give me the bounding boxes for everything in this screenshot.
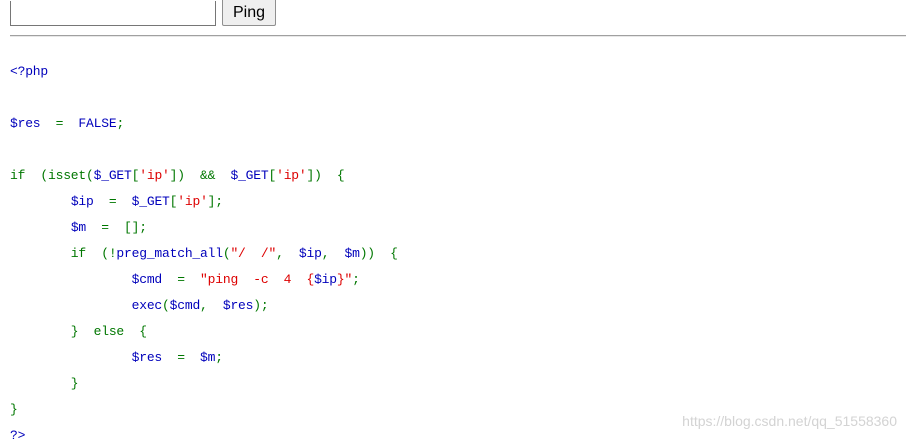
code-token: ;: [215, 350, 223, 365]
ping-button[interactable]: Ping: [222, 0, 277, 26]
code-token: $_GET: [93, 168, 132, 183]
code-token: FALSE: [78, 116, 117, 131]
code-token: $ip: [70, 194, 94, 209]
code-token: [: [268, 168, 277, 183]
code-token: ?>: [10, 428, 26, 441]
code-token: ]) &&: [169, 168, 231, 183]
code-token: =: [40, 116, 79, 131]
code-line: exec($cmd, $res);: [10, 293, 900, 319]
ip-input[interactable]: [10, 0, 216, 26]
code-token: ]) {: [306, 168, 345, 183]
code-line: $res = FALSE;: [10, 111, 900, 137]
code-token: ,: [200, 298, 223, 313]
code-token: $res: [10, 116, 41, 131]
code-token: if (isset(: [10, 168, 94, 183]
code-token: }: [10, 376, 79, 391]
code-token: $res: [222, 298, 254, 313]
code-line: <?php: [10, 59, 900, 85]
code-token: <?php: [10, 64, 49, 79]
code-line: if (isset($_GET['ip']) && $_GET['ip']) {: [10, 163, 900, 189]
code-line: } else {: [10, 319, 900, 345]
code-token: ;: [352, 272, 360, 287]
horizontal-rule: [10, 35, 906, 37]
code-token: ,: [276, 246, 299, 261]
code-token: $m: [70, 220, 87, 235]
code-token: =: [93, 194, 132, 209]
code-line: $ip = $_GET['ip'];: [10, 189, 900, 215]
code-token: $ip: [298, 246, 322, 261]
code-line: $res = $m;: [10, 345, 900, 371]
code-token: ];: [207, 194, 223, 209]
code-token: $_GET: [131, 194, 170, 209]
code-token: $cmd: [131, 272, 163, 287]
code-token: "/ /": [230, 246, 277, 261]
code-token: );: [253, 298, 269, 313]
code-token: $m: [344, 246, 360, 261]
code-token: }: [10, 402, 18, 417]
code-token: $_GET: [230, 168, 269, 183]
code-token: 'ip': [177, 194, 208, 209]
code-token: }": [336, 272, 353, 287]
code-line: $cmd = "ping -c 4 {$ip}";: [10, 267, 900, 293]
code-token: )) {: [359, 246, 398, 261]
code-token: $ip: [314, 272, 337, 287]
code-token: "ping -c 4 {: [200, 272, 315, 287]
code-line: $m = [];: [10, 215, 900, 241]
watermark-url: https://blog.csdn.net/qq_51558360: [682, 413, 897, 429]
code-token: (: [162, 298, 170, 313]
code-line: if (!preg_match_all("/ /", $ip, $m)) {: [10, 241, 900, 267]
code-token: = [];: [86, 220, 147, 235]
code-token: ;: [116, 116, 125, 131]
code-token: } else {: [10, 324, 147, 339]
code-token: $res: [131, 350, 163, 365]
code-line: }: [10, 371, 900, 397]
ping-form: Ping: [10, 0, 277, 26]
code-token: preg_match_all: [116, 246, 223, 261]
php-source-code: <?php $res = FALSE; if (isset($_GET['ip'…: [10, 59, 900, 441]
code-token: if (!: [10, 246, 117, 261]
code-token: exec: [131, 298, 163, 313]
code-token: =: [162, 272, 201, 287]
code-token: $m: [200, 350, 216, 365]
code-token: ,: [321, 246, 345, 261]
code-token: $cmd: [169, 298, 201, 313]
code-token: =: [162, 350, 201, 365]
code-token: 'ip': [276, 168, 307, 183]
code-token: 'ip': [139, 168, 170, 183]
